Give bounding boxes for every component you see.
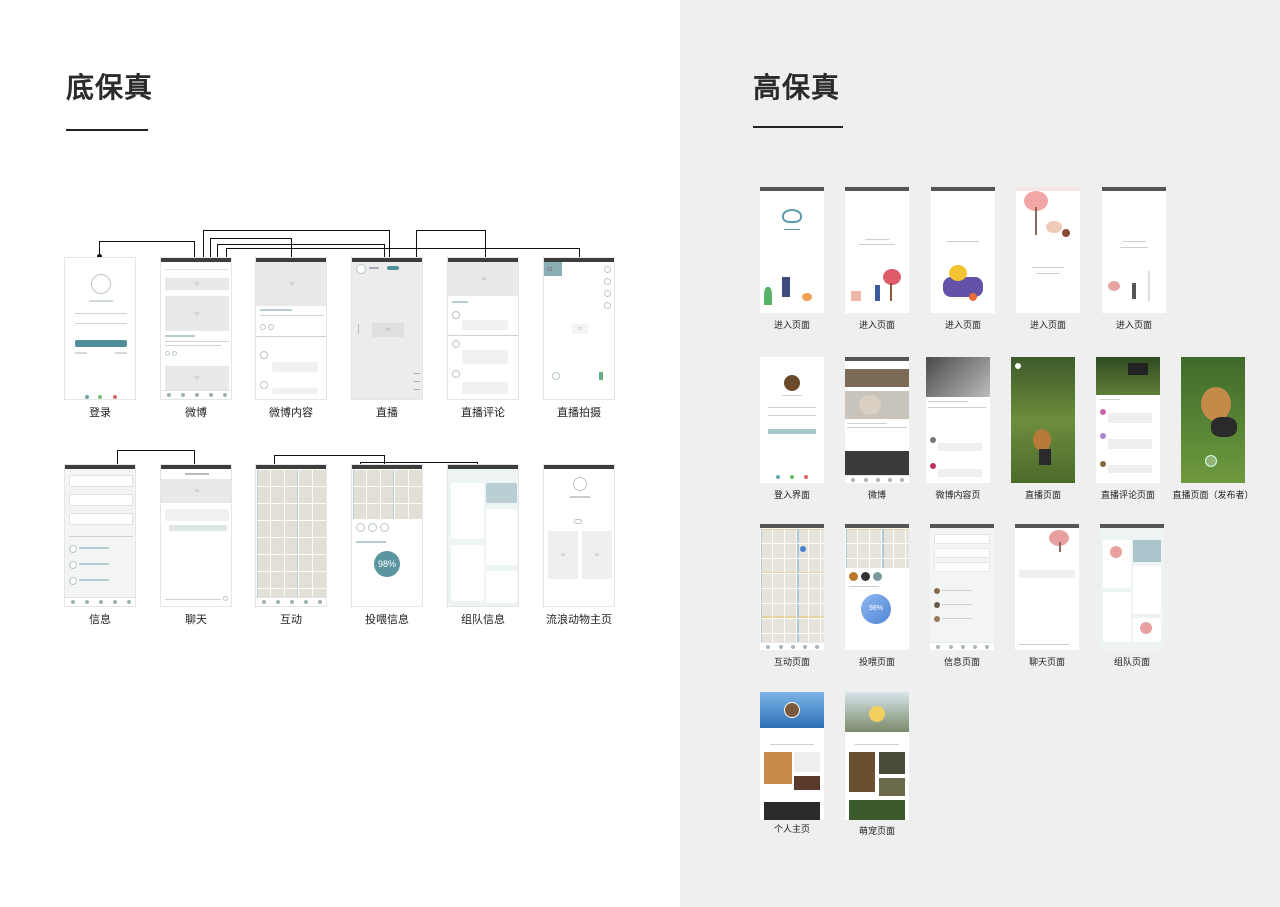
wireframe-label: 组队信息 xyxy=(461,614,505,626)
hifi-label: 个人主页 xyxy=(773,824,810,834)
hifi-splash-2 xyxy=(845,187,909,313)
hifi-feeding: 98% xyxy=(845,524,909,650)
wireframe-label: 投喂信息 xyxy=(365,614,409,626)
hifi-live-comment xyxy=(1096,357,1160,483)
wireframe-feeding: 98% xyxy=(351,464,423,607)
wireframe-label: 直播拍摄 xyxy=(557,407,601,419)
hifi-label: 聊天页面 xyxy=(1028,657,1065,667)
hifi-label: 进入页面 xyxy=(944,320,981,330)
wireframe-live xyxy=(351,257,423,400)
hifi-label: 直播评论页面 xyxy=(1100,490,1155,500)
wireframe-label: 聊天 xyxy=(185,614,207,626)
hifi-label: 直播页面 xyxy=(1024,490,1061,500)
high-fidelity-title-rule xyxy=(753,126,843,128)
hifi-label: 微博内容页 xyxy=(935,490,981,500)
flow-connector xyxy=(99,241,195,257)
wireframe-label: 直播评论 xyxy=(461,407,505,419)
wireframe-label: 流浪动物主页 xyxy=(546,614,612,626)
hifi-message xyxy=(930,524,994,650)
wireframe-chat xyxy=(160,464,232,607)
wireframe-label: 微博 xyxy=(185,407,207,419)
wireframe-weibo xyxy=(160,257,232,400)
hifi-label: 登入界面 xyxy=(773,490,810,500)
wireframe-live-comment xyxy=(447,257,519,400)
hifi-label: 互动页面 xyxy=(773,657,810,667)
wireframe-login xyxy=(64,257,136,400)
hifi-splash-3 xyxy=(931,187,995,313)
high-fidelity-title: 高保真 xyxy=(753,72,841,103)
wireframe-label: 微博内容 xyxy=(269,407,313,419)
wireframe-label: 互动 xyxy=(280,614,302,626)
hifi-interaction xyxy=(760,524,824,650)
hifi-splash-1 xyxy=(760,187,824,313)
wireframe-message xyxy=(64,464,136,607)
hifi-pets xyxy=(845,692,909,820)
hifi-label: 进入页面 xyxy=(1115,320,1152,330)
wireframe-label: 登录 xyxy=(89,407,111,419)
hifi-label: 进入页面 xyxy=(773,320,810,330)
low-fidelity-title-rule xyxy=(66,129,148,131)
hifi-label: 进入页面 xyxy=(858,320,895,330)
hifi-label: 投喂页面 xyxy=(858,657,895,667)
progress-circle: 98% xyxy=(861,594,891,624)
hifi-login xyxy=(760,357,824,483)
hifi-label: 微博 xyxy=(867,490,886,500)
wireframe-interaction xyxy=(255,464,327,607)
hifi-label: 直播页面（发布者） xyxy=(1172,490,1254,500)
hifi-live-publisher xyxy=(1181,357,1245,483)
wireframe-live-shoot xyxy=(543,257,615,400)
hifi-weibo xyxy=(845,357,909,483)
hifi-label: 组队页面 xyxy=(1113,657,1150,667)
hifi-weibo-content xyxy=(926,357,990,483)
wireframe-team xyxy=(447,464,519,607)
wireframe-label: 信息 xyxy=(89,614,111,626)
hifi-label: 进入页面 xyxy=(1029,320,1066,330)
hifi-label: 信息页面 xyxy=(943,657,980,667)
wireframe-label: 直播 xyxy=(376,407,398,419)
hifi-splash-4 xyxy=(1016,187,1080,313)
low-fidelity-title: 底保真 xyxy=(66,72,154,103)
hifi-splash-5 xyxy=(1102,187,1166,313)
hifi-label: 萌宠页面 xyxy=(858,826,895,836)
hifi-team xyxy=(1100,524,1164,650)
wireframe-weibo-content xyxy=(255,257,327,400)
hifi-live xyxy=(1011,357,1075,483)
hifi-profile xyxy=(760,692,824,820)
progress-circle: 98% xyxy=(374,551,400,577)
wireframe-stray-animal-home xyxy=(543,464,615,607)
hifi-chat xyxy=(1015,524,1079,650)
